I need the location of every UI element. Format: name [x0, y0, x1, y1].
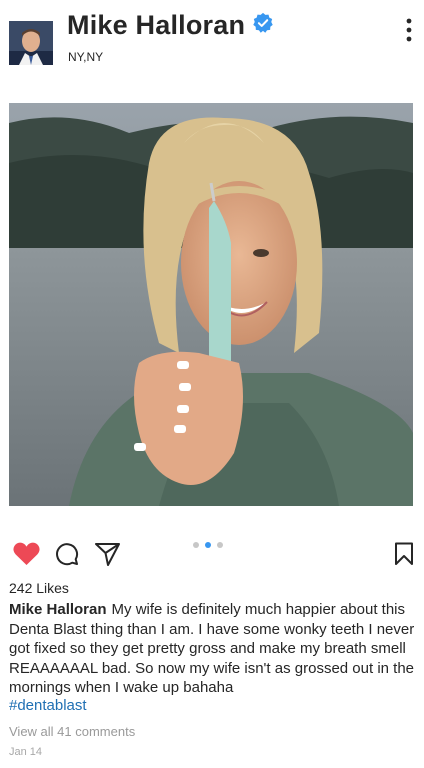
send-icon[interactable] — [95, 542, 120, 566]
post-actions-bar — [0, 534, 424, 574]
caption-author[interactable]: Mike Halloran — [9, 601, 107, 618]
name-row: Mike Halloran — [67, 10, 274, 41]
post-header: Mike Halloran NY,NY — [0, 0, 424, 80]
post-caption: Mike Halloran My wife is definitely much … — [9, 600, 415, 698]
post-date: Jan 14 — [9, 746, 43, 758]
verified-badge-icon — [253, 12, 273, 33]
more-options-icon[interactable] — [404, 17, 414, 43]
location-label[interactable]: NY,NY — [68, 50, 103, 64]
view-comments-link[interactable]: View all 41 comments — [9, 724, 135, 739]
carousel-dot — [193, 542, 199, 548]
carousel-indicator — [193, 542, 223, 548]
hashtag-link[interactable]: #dentablast — [9, 697, 87, 714]
likes-count[interactable]: 242 Likes — [9, 580, 69, 596]
bookmark-icon[interactable] — [394, 542, 414, 566]
carousel-dot — [217, 542, 223, 548]
profile-name[interactable]: Mike Halloran — [67, 10, 245, 41]
post-image[interactable] — [9, 103, 413, 506]
avatar[interactable] — [9, 21, 53, 65]
comment-icon[interactable] — [55, 542, 79, 566]
carousel-dot-active — [205, 542, 211, 548]
heart-filled-icon[interactable] — [13, 542, 40, 566]
